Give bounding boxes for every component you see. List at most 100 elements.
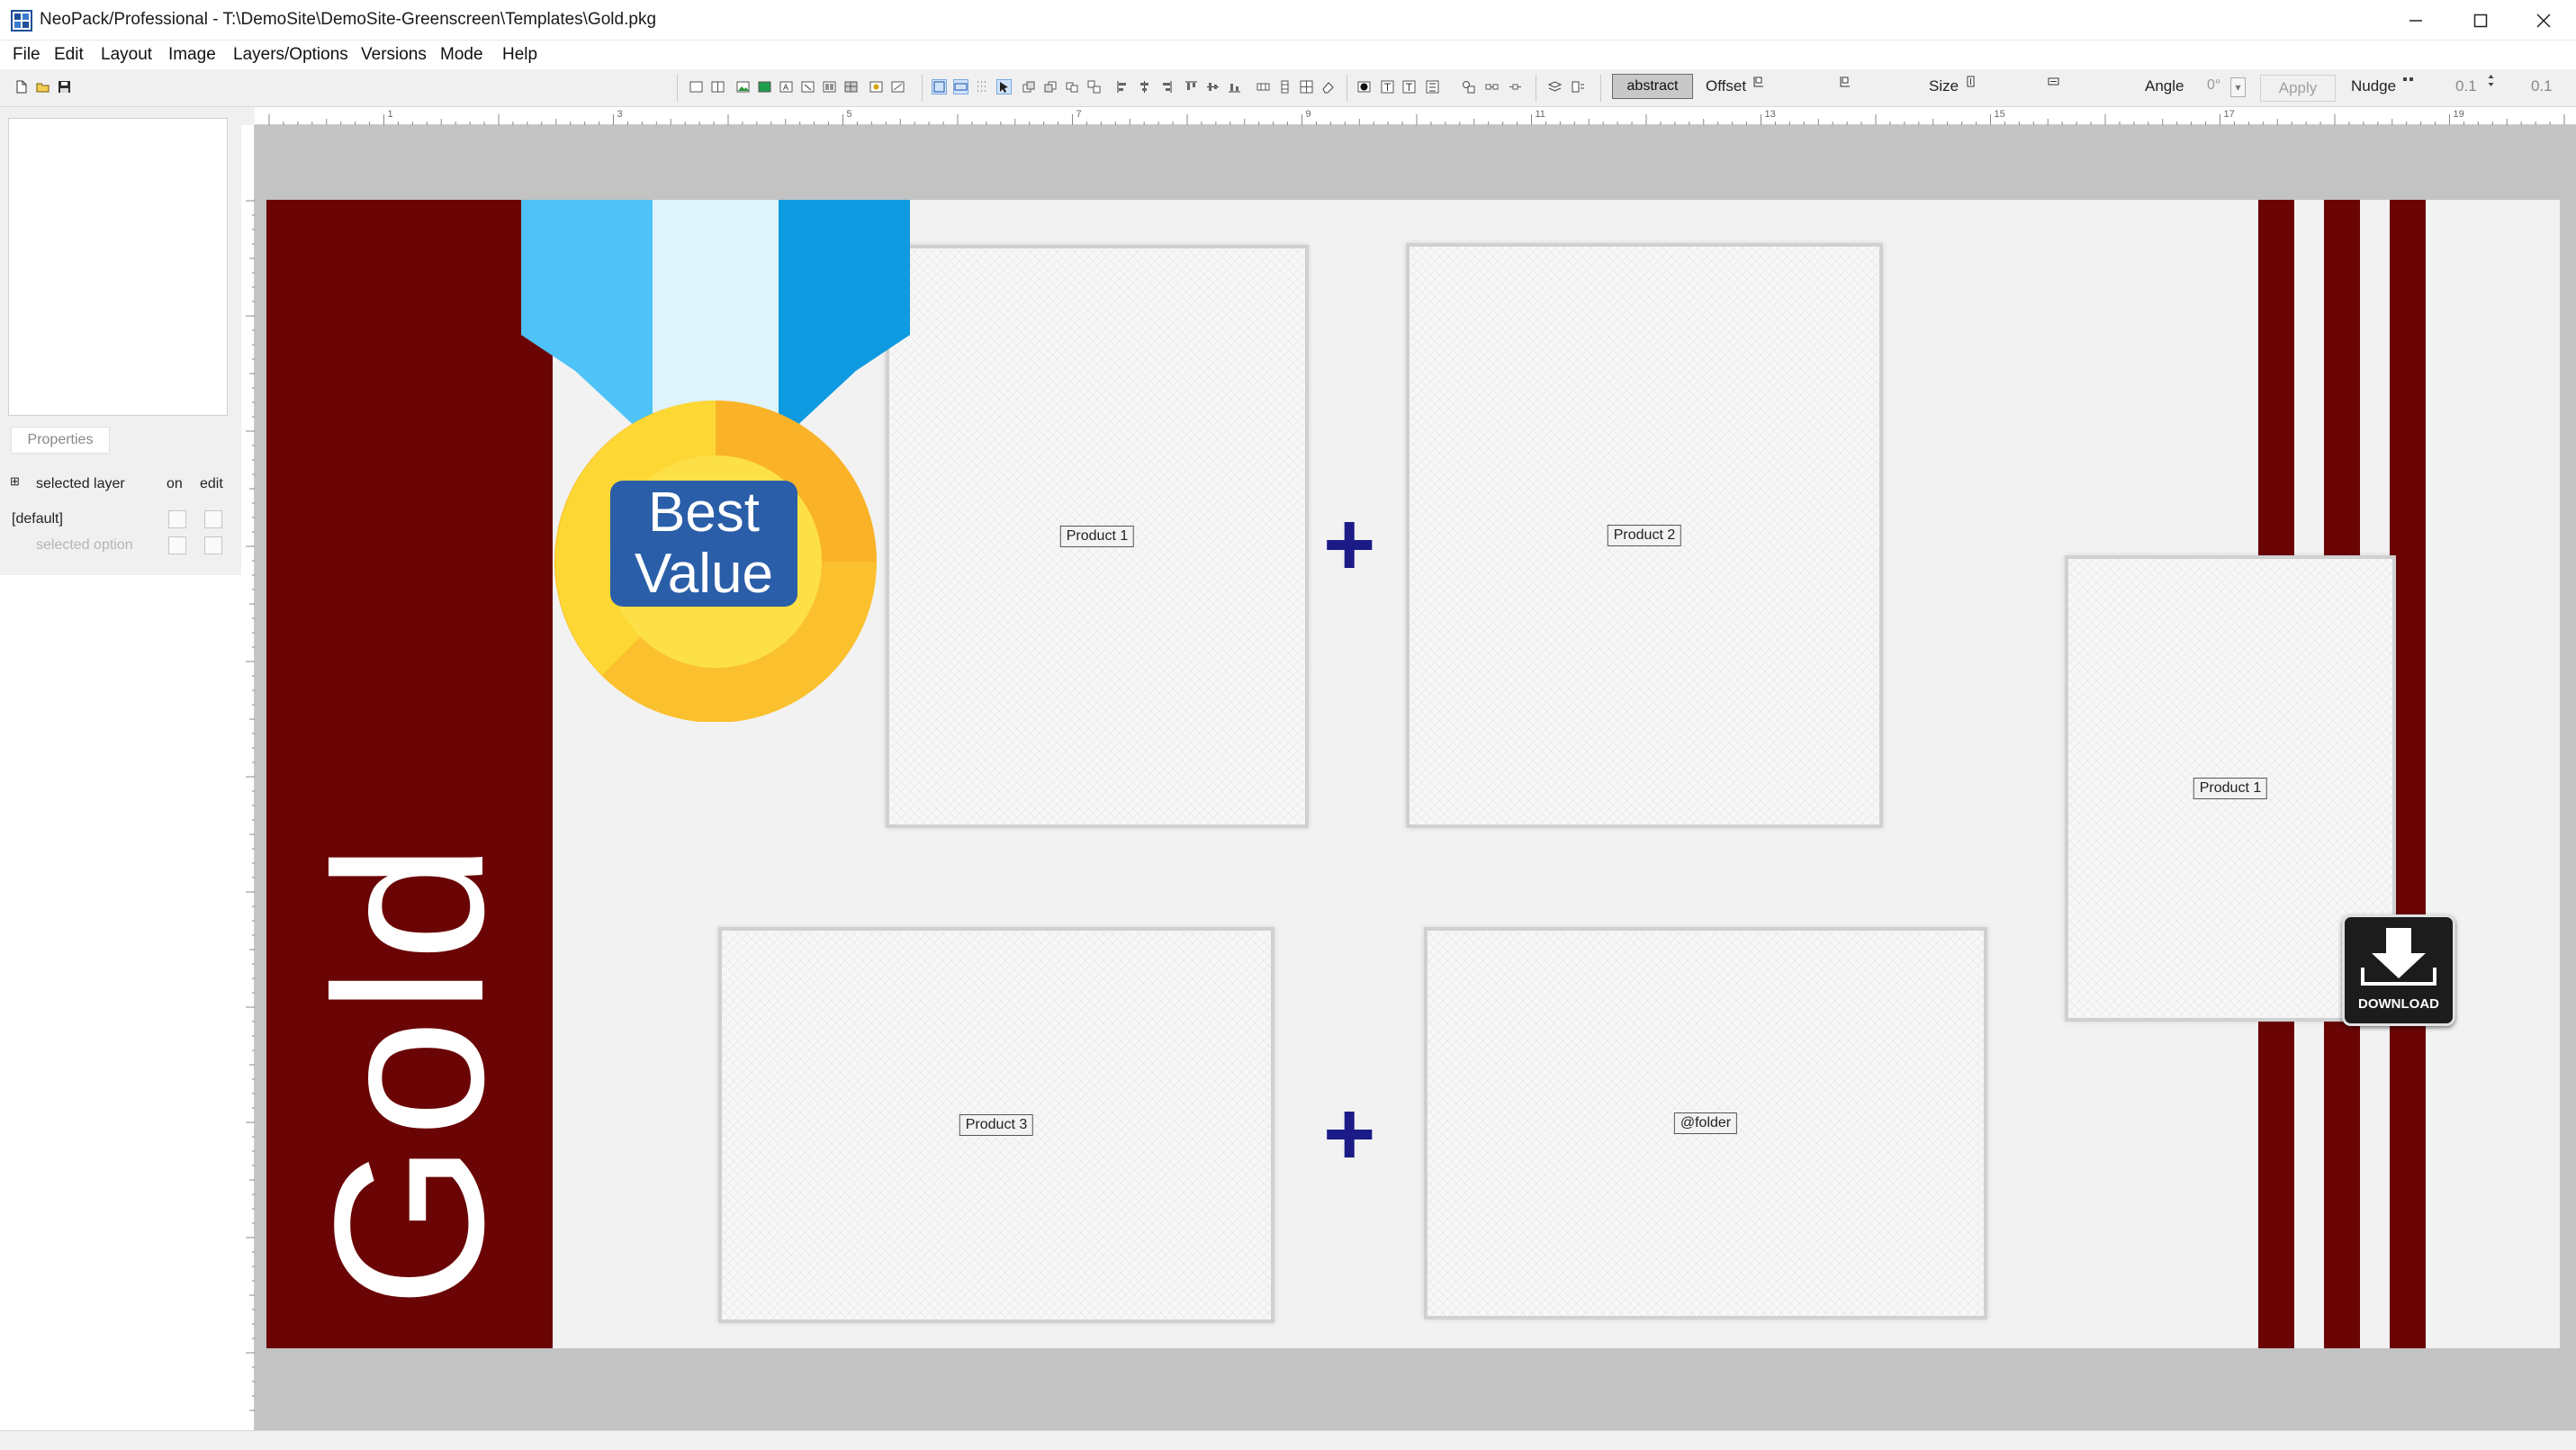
crop-icon[interactable] bbox=[801, 80, 815, 94]
text-fit-icon[interactable] bbox=[1426, 80, 1439, 94]
layer-row-default[interactable]: [default] bbox=[12, 511, 63, 527]
fill-black-icon[interactable] bbox=[1357, 80, 1371, 94]
layers-icon[interactable] bbox=[1548, 80, 1562, 94]
shape-icon[interactable] bbox=[869, 80, 883, 94]
menu-layout[interactable]: Layout bbox=[101, 45, 152, 65]
placeholder-label: Product 3 bbox=[959, 1114, 1034, 1136]
option-edit-checkbox[interactable] bbox=[204, 536, 222, 554]
thumbnail-preview[interactable] bbox=[8, 118, 228, 416]
distribute-horizontal-icon[interactable] bbox=[1256, 80, 1270, 94]
align-top-icon[interactable] bbox=[1184, 80, 1198, 94]
menu-mode[interactable]: Mode bbox=[440, 45, 483, 65]
toolbar-separator bbox=[922, 75, 923, 102]
save-icon[interactable] bbox=[58, 80, 71, 94]
nudge-value-2[interactable]: 0.1 bbox=[2531, 77, 2553, 95]
layer-on-checkbox[interactable] bbox=[168, 510, 186, 528]
minimize-icon bbox=[2409, 14, 2423, 28]
offset-y-spinner-icon[interactable] bbox=[1838, 75, 1851, 88]
gold-side-band[interactable]: Gold bbox=[266, 200, 553, 1348]
design-canvas[interactable]: Gold Product 1 Product 2 Product 3 @fold… bbox=[266, 200, 2560, 1348]
select-tool-icon[interactable] bbox=[932, 79, 947, 95]
text-frame-icon[interactable]: A bbox=[779, 80, 793, 94]
folder-placeholder[interactable]: @folder bbox=[1424, 927, 1987, 1319]
download-badge[interactable]: DOWNLOAD bbox=[2342, 914, 2455, 1026]
plus-sign-top: + bbox=[1323, 494, 1376, 595]
shapes-icon[interactable] bbox=[1462, 80, 1475, 94]
nudge-step-icon[interactable] bbox=[2401, 76, 2415, 89]
angle-label: Angle bbox=[2145, 77, 2184, 95]
selected-layer-header: selected layer bbox=[36, 476, 125, 491]
close-icon bbox=[2536, 13, 2551, 28]
menu-help[interactable]: Help bbox=[502, 45, 537, 65]
gold-title: Gold bbox=[291, 837, 528, 1309]
layer-edit-checkbox[interactable] bbox=[204, 510, 222, 528]
frame-icon[interactable] bbox=[689, 80, 703, 94]
menu-layers-options[interactable]: Layers/Options bbox=[233, 45, 348, 65]
properties-tab[interactable]: Properties bbox=[11, 427, 110, 454]
menu-file[interactable]: File bbox=[13, 45, 41, 65]
image-icon[interactable] bbox=[736, 80, 750, 94]
eraser-icon[interactable] bbox=[1321, 80, 1335, 94]
angle-dropdown[interactable]: ▾ bbox=[2230, 77, 2246, 97]
multi-select-icon[interactable] bbox=[953, 79, 968, 95]
ruler-label: 9 bbox=[1306, 109, 1311, 120]
status-bar bbox=[0, 1430, 2576, 1450]
distribute-vertical-icon[interactable] bbox=[1278, 80, 1292, 94]
maximize-button[interactable] bbox=[2448, 0, 2513, 41]
placeholder-label: Product 1 bbox=[2193, 778, 2268, 799]
size-height-spinner-icon[interactable] bbox=[2047, 75, 2060, 88]
new-file-icon[interactable] bbox=[14, 80, 28, 94]
group-icon[interactable] bbox=[1066, 80, 1079, 94]
selected-option-row: selected option bbox=[36, 537, 133, 553]
menu-image[interactable]: Image bbox=[168, 45, 216, 65]
placeholder-label: Product 2 bbox=[1607, 525, 1682, 546]
option-on-checkbox[interactable] bbox=[168, 536, 186, 554]
expand-icon[interactable]: ⊞ bbox=[10, 474, 20, 489]
align-left-icon[interactable] bbox=[1116, 80, 1130, 94]
align-right-icon[interactable] bbox=[1159, 80, 1173, 94]
ruler-label: 7 bbox=[1076, 109, 1082, 120]
link-icon[interactable] bbox=[1485, 80, 1499, 94]
best-value-medal[interactable]: Best Value bbox=[521, 200, 915, 722]
apply-button[interactable]: Apply bbox=[2260, 75, 2336, 102]
size-width-spinner-icon[interactable] bbox=[1964, 75, 1977, 88]
product-3-placeholder[interactable]: Product 3 bbox=[718, 927, 1274, 1323]
offset-x-spinner-icon[interactable] bbox=[1752, 75, 1765, 88]
align-bottom-icon[interactable] bbox=[1228, 80, 1241, 94]
close-button[interactable] bbox=[2511, 0, 2576, 41]
product-2-placeholder[interactable]: Product 2 bbox=[1406, 243, 1883, 828]
align-center-icon[interactable] bbox=[1138, 80, 1151, 94]
frame-split-icon[interactable] bbox=[711, 80, 725, 94]
menu-versions[interactable]: Versions bbox=[361, 45, 427, 65]
mask-icon[interactable] bbox=[891, 80, 905, 94]
barcode-icon[interactable] bbox=[823, 80, 836, 94]
angle-value[interactable]: 0° bbox=[2207, 77, 2220, 94]
edit-column-header: edit bbox=[200, 476, 223, 491]
dotted-grid-icon[interactable] bbox=[976, 80, 989, 94]
abstract-toggle[interactable]: abstract bbox=[1612, 74, 1693, 99]
unlink-icon[interactable] bbox=[1509, 80, 1522, 94]
download-label: DOWNLOAD bbox=[2358, 996, 2439, 1012]
menu-bar: File Edit Layout Image Layers/Options Ve… bbox=[0, 41, 2576, 69]
align-middle-icon[interactable] bbox=[1206, 80, 1220, 94]
nudge-value-1[interactable]: 0.1 bbox=[2455, 77, 2477, 95]
ungroup-icon[interactable] bbox=[1087, 80, 1101, 94]
layer-options-icon[interactable] bbox=[1572, 80, 1585, 94]
minimize-button[interactable] bbox=[2383, 0, 2448, 41]
text-box-icon[interactable] bbox=[1402, 80, 1416, 94]
pointer-icon[interactable] bbox=[996, 79, 1012, 95]
ruler-label: 17 bbox=[2224, 109, 2235, 120]
table-icon[interactable] bbox=[1300, 80, 1313, 94]
fill-color-icon[interactable] bbox=[758, 80, 771, 94]
nudge-spinner-icon[interactable] bbox=[2484, 74, 2498, 87]
text-align-icon[interactable] bbox=[1381, 80, 1394, 94]
open-folder-icon[interactable] bbox=[36, 80, 50, 94]
grid-pattern-icon[interactable] bbox=[844, 80, 858, 94]
maximize-icon bbox=[2473, 14, 2488, 28]
send-backward-icon[interactable] bbox=[1044, 80, 1058, 94]
nudge-label: Nudge bbox=[2351, 77, 2397, 95]
product-1-placeholder[interactable]: Product 1 bbox=[886, 245, 1309, 828]
bring-forward-icon[interactable] bbox=[1022, 80, 1036, 94]
menu-edit[interactable]: Edit bbox=[54, 45, 84, 65]
chevron-down-icon: ▾ bbox=[2235, 81, 2241, 94]
